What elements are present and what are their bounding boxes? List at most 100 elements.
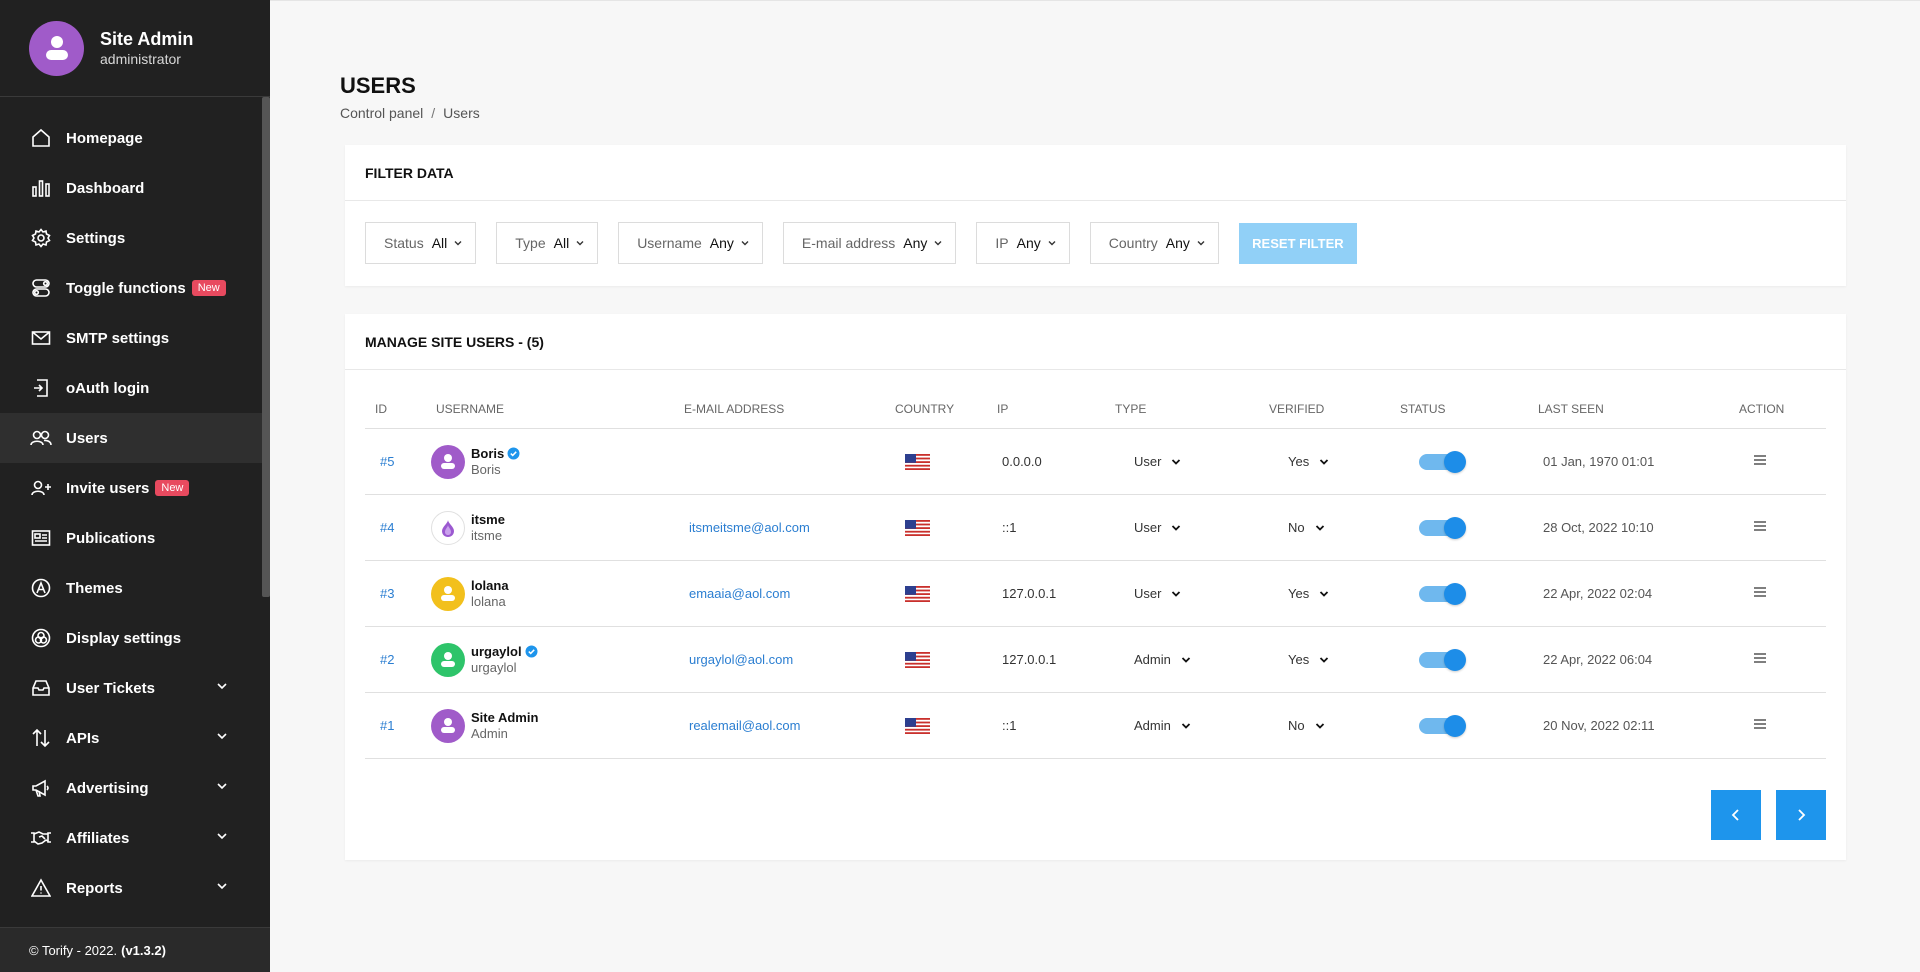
user-id-link[interactable]: #2 [365, 652, 427, 667]
reset-filter-button[interactable]: RESET FILTER [1238, 222, 1357, 264]
chevron-down-icon[interactable] [216, 780, 228, 792]
user-email-link[interactable]: urgaylol@aol.com [684, 652, 895, 667]
avatar[interactable] [431, 510, 465, 545]
last-seen: 22 Apr, 2022 02:04 [1543, 586, 1653, 601]
status-toggle[interactable] [1419, 582, 1466, 605]
type-select[interactable]: User [1115, 586, 1269, 601]
type-select[interactable]: Admin [1115, 718, 1269, 733]
chevron-down-icon[interactable] [216, 680, 228, 692]
verified-select[interactable]: No [1269, 520, 1400, 535]
sidebar: Site Admin administrator Homepage Dashbo… [0, 0, 270, 972]
status-filter[interactable]: Status All [365, 222, 477, 264]
column-header-email[interactable]: E-MAIL ADDRESS [684, 402, 895, 416]
avatar[interactable] [29, 20, 84, 76]
sidebar-item-users[interactable]: Users [0, 413, 262, 463]
status-toggle[interactable] [1419, 450, 1466, 473]
column-header-id[interactable]: ID [365, 402, 427, 416]
sidebar-item-publications[interactable]: Publications [0, 513, 262, 563]
user-name[interactable]: lolana [471, 578, 509, 594]
sidebar-item-dashboard[interactable]: Dashboard [0, 163, 262, 213]
verified-select[interactable]: Yes [1269, 586, 1400, 601]
user-name[interactable]: urgaylol [471, 644, 538, 660]
sidebar-item-label: Invite users [66, 479, 150, 497]
username-filter[interactable]: Username Any [618, 222, 763, 264]
sidebar-item-display-settings[interactable]: Display settings [0, 613, 262, 663]
avatar[interactable] [431, 708, 465, 743]
ip-filter[interactable]: IP Any [976, 222, 1070, 264]
status-cell [1400, 516, 1538, 539]
user-email-link[interactable]: realemail@aol.com [684, 718, 895, 733]
menu-icon[interactable] [1753, 586, 1767, 598]
user-name[interactable]: Boris [471, 446, 520, 462]
column-header-username[interactable]: USERNAME [427, 402, 684, 416]
sidebar-item-smtp-settings[interactable]: SMTP settings [0, 313, 262, 363]
menu-icon[interactable] [1753, 520, 1767, 532]
type-filter[interactable]: Type All [496, 222, 599, 264]
sidebar-item-homepage[interactable]: Homepage [0, 113, 262, 163]
menu-icon[interactable] [1753, 652, 1767, 664]
sidebar-item-settings[interactable]: Settings [0, 213, 262, 263]
sidebar-item-oauth-login[interactable]: oAuth login [0, 363, 262, 413]
user-cell: urgaylol urgaylol [427, 642, 684, 677]
filter-value: All [553, 235, 570, 251]
verified-select[interactable]: Yes [1269, 454, 1400, 469]
breadcrumb-root[interactable]: Control panel [340, 105, 423, 121]
menu-icon[interactable] [1753, 718, 1767, 730]
sidebar-item-user-tickets[interactable]: User Tickets [0, 663, 262, 713]
user-name[interactable]: itsme [471, 512, 505, 528]
mail-icon [29, 326, 53, 350]
next-page-button[interactable] [1776, 790, 1826, 840]
user-id-link[interactable]: #5 [365, 454, 427, 469]
user-subname: Admin [471, 725, 508, 741]
home-icon [29, 126, 53, 150]
column-header-last-seen[interactable]: LAST SEEN [1538, 402, 1739, 416]
status-toggle[interactable] [1419, 516, 1466, 539]
chevron-down-icon[interactable] [216, 730, 228, 742]
status-toggle[interactable] [1419, 714, 1466, 737]
sidebar-item-apis[interactable]: APIs [0, 713, 262, 763]
chevron-left-icon [1731, 809, 1739, 821]
bar-chart-icon [29, 176, 53, 200]
user-email-link[interactable]: itsmeitsme@aol.com [684, 520, 895, 535]
avatar[interactable] [431, 444, 465, 479]
country-filter[interactable]: Country Any [1089, 222, 1219, 264]
sidebar-item-invite-users[interactable]: Invite users New [0, 463, 262, 513]
sidebar-item-affiliates[interactable]: Affiliates [0, 813, 262, 863]
user-id-link[interactable]: #3 [365, 586, 427, 601]
chevron-down-icon[interactable] [216, 880, 228, 892]
user-name[interactable]: Site Admin [471, 710, 538, 726]
type-select[interactable]: User [1115, 520, 1269, 535]
column-header-type[interactable]: TYPE [1115, 402, 1269, 416]
previous-page-button[interactable] [1711, 790, 1761, 840]
action-cell [1739, 652, 1799, 667]
column-header-ip[interactable]: IP [997, 402, 1115, 416]
chevron-down-icon[interactable] [216, 830, 228, 842]
column-header-status[interactable]: STATUS [1400, 402, 1538, 416]
filter-label: Status [384, 235, 424, 251]
sidebar-item-themes[interactable]: Themes [0, 563, 262, 613]
type-select[interactable]: User [1115, 454, 1269, 469]
menu-icon[interactable] [1753, 454, 1767, 466]
verified-select[interactable]: Yes [1269, 652, 1400, 667]
chevron-down-icon [1181, 722, 1190, 729]
sidebar-item-toggle-functions[interactable]: Toggle functions New [0, 263, 262, 313]
column-header-country[interactable]: COUNTRY [895, 402, 997, 416]
country-cell [895, 651, 997, 668]
column-header-verified[interactable]: VERIFIED [1269, 402, 1400, 416]
action-cell [1739, 718, 1799, 733]
type-select[interactable]: Admin [1115, 652, 1269, 667]
us-flag-icon [905, 585, 930, 602]
sidebar-scrollbar[interactable] [262, 97, 270, 597]
sidebar-item-label: Settings [66, 229, 126, 247]
user-id-link[interactable]: #4 [365, 520, 427, 535]
user-icon [45, 36, 68, 60]
sidebar-item-advertising[interactable]: Advertising [0, 763, 262, 813]
sidebar-item-reports[interactable]: Reports [0, 863, 262, 913]
user-id-link[interactable]: #1 [365, 718, 427, 733]
verified-select[interactable]: No [1269, 718, 1400, 733]
status-toggle[interactable] [1419, 648, 1466, 671]
avatar[interactable] [431, 642, 465, 677]
user-email-link[interactable]: emaaia@aol.com [684, 586, 895, 601]
avatar[interactable] [431, 576, 465, 611]
email-filter[interactable]: E-mail address Any [782, 222, 957, 264]
